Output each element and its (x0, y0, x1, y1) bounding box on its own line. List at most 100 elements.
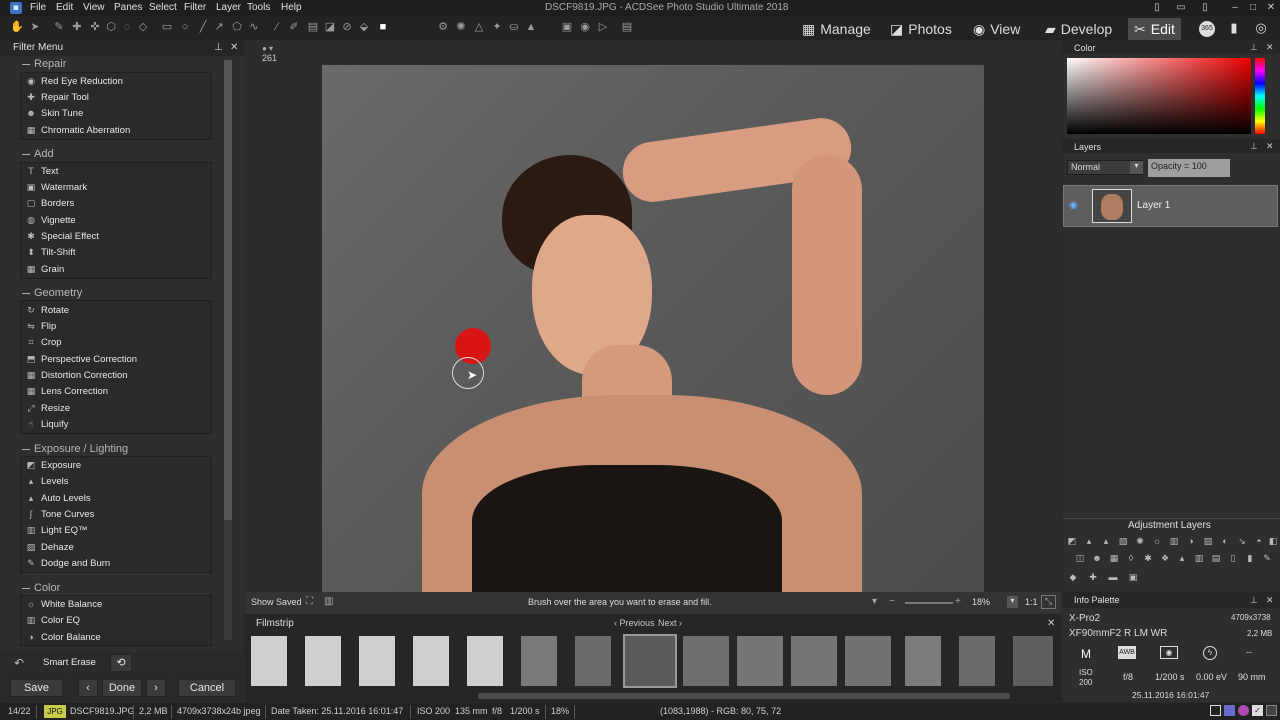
polygon-icon[interactable]: ⬠ (230, 20, 244, 34)
group-repair[interactable]: Repair (34, 58, 66, 70)
color-balance-icon[interactable]: ◑ (1185, 535, 1197, 547)
levels-icon[interactable]: ▴ (1083, 535, 1095, 547)
layout2-icon[interactable]: ▭ (1174, 2, 1188, 14)
item-resize[interactable]: ⤢ Resize (26, 401, 70, 415)
tab-view[interactable]: ◉ View (973, 18, 1020, 40)
item-white-balance[interactable]: ☼ White Balance (26, 597, 102, 611)
status-frame-icon[interactable] (1210, 705, 1221, 716)
item-color-balance[interactable]: ◑ Color Balance (26, 630, 100, 644)
back-arrow-icon[interactable]: ↶ (14, 656, 24, 670)
close-panel-icon[interactable]: ✕ (230, 42, 238, 53)
item-chromatic-aberration[interactable]: ▦ Chromatic Aberration (26, 123, 131, 137)
heal-tool-icon[interactable]: ✚ (70, 20, 84, 34)
filmstrip-next[interactable]: Next › (658, 618, 682, 628)
reset-button[interactable]: ⟲ (110, 654, 132, 672)
gradient-icon[interactable]: ▯ (1227, 552, 1239, 564)
frame-icon[interactable]: ▣ (560, 20, 574, 34)
item-repair-tool[interactable]: ✚ Repair Tool (26, 90, 89, 104)
item-liquify[interactable]: ☝ Liquify (26, 417, 68, 431)
eyedropper-icon[interactable]: ⁄ (270, 20, 284, 34)
line-icon[interactable]: ╱ (196, 20, 210, 34)
item-flip[interactable]: ⇋ Flip (26, 319, 56, 333)
item-tone-curves[interactable]: ∫ Tone Curves (26, 507, 95, 521)
filmstrip-thumb[interactable] (845, 636, 891, 686)
clone-layer-icon[interactable]: ◆ (1067, 571, 1079, 583)
fit-icon[interactable]: ⛶ (306, 596, 313, 607)
left-scrollbar-thumb[interactable] (224, 60, 232, 520)
maximize-icon[interactable]: □ (1246, 2, 1260, 14)
brush-tool-icon[interactable]: ✎ (52, 20, 66, 34)
filmstrip-thumb[interactable] (251, 636, 287, 686)
item-special-effect[interactable]: ✱ Special Effect (26, 229, 99, 243)
arrow-line-icon[interactable]: ↗ (212, 20, 226, 34)
skin-icon[interactable]: ☻ (1091, 552, 1103, 564)
pin-icon[interactable]: ⊥ (1250, 595, 1258, 606)
group-geometry[interactable]: Geometry (34, 287, 82, 299)
photo-filter-icon[interactable]: ▨ (1202, 535, 1214, 547)
menu-help[interactable]: Help (281, 2, 302, 13)
item-dehaze[interactable]: ▨ Dehaze (26, 540, 74, 554)
invert-icon[interactable]: ◓ (1253, 535, 1265, 547)
tab-develop[interactable]: ▰ Develop (1045, 18, 1112, 40)
curves-icon[interactable]: ▧ (1117, 535, 1129, 547)
pin-icon[interactable]: ⊥ (1250, 42, 1258, 53)
light-eq-icon[interactable]: ✺ (1134, 535, 1146, 547)
item-text[interactable]: T Text (26, 164, 58, 178)
item-vignette[interactable]: ◍ Vignette (26, 213, 76, 227)
auto-levels-icon[interactable]: ▴ (1100, 535, 1112, 547)
zoom-out-icon[interactable]: − (889, 596, 895, 607)
layer-tool-icon[interactable]: ▤ (620, 20, 634, 34)
dehaze-icon[interactable]: ❖ (1159, 552, 1171, 564)
item-watermark[interactable]: ▣ Watermark (26, 180, 87, 194)
collapse-exposure-icon[interactable] (22, 449, 30, 450)
pin-icon[interactable]: ⊥ (1250, 141, 1258, 152)
photo-canvas[interactable] (322, 65, 984, 592)
pin-icon[interactable]: ⊥ (214, 42, 223, 53)
filmstrip-thumb[interactable] (521, 636, 557, 686)
filmstrip-thumb-selected[interactable] (623, 634, 677, 688)
filmstrip-thumb[interactable] (737, 636, 783, 686)
group-add[interactable]: Add (34, 148, 54, 160)
zoom-select-icon[interactable]: ▾ (1007, 596, 1018, 608)
show-saved-button[interactable]: Show Saved (251, 597, 302, 607)
item-borders[interactable]: ▢ Borders (26, 196, 75, 210)
item-levels[interactable]: ▴ Levels (26, 474, 69, 488)
collapse-repair-icon[interactable] (22, 64, 30, 65)
tab-edit[interactable]: ✂ Edit (1128, 18, 1181, 40)
chevron-down-icon[interactable]: ▾ (1130, 161, 1143, 174)
filmstrip-thumb[interactable] (575, 636, 611, 686)
prev-image-button[interactable]: ‹ (78, 679, 98, 697)
sharpen-icon[interactable]: ▴ (1176, 552, 1188, 564)
clone-tool-icon[interactable]: ✜ (88, 20, 102, 34)
filmstrip-thumb[interactable] (1013, 636, 1053, 686)
opacity-field[interactable]: Opacity = 100 (1148, 159, 1230, 177)
tone-icon[interactable]: ↘ (1236, 535, 1248, 547)
layer-visibility-icon[interactable]: ◉ (1069, 200, 1078, 211)
item-auto-levels[interactable]: ▴ Auto Levels (26, 491, 91, 505)
zoom-value[interactable]: 18% (972, 597, 990, 607)
item-exposure[interactable]: ◩ Exposure (26, 458, 81, 472)
menu-file[interactable]: File (30, 2, 46, 13)
menu-panes[interactable]: Panes (114, 2, 142, 13)
filmstrip-thumb[interactable] (467, 636, 503, 686)
eraser-icon[interactable]: ◪ (323, 20, 337, 34)
save-button[interactable]: Save (10, 679, 63, 697)
white-balance-icon[interactable]: ☼ (1151, 535, 1163, 547)
item-color-eq[interactable]: ▥ Color EQ (26, 613, 80, 627)
bucket-icon[interactable]: ⛀ (507, 20, 521, 34)
status-color-icon[interactable] (1224, 705, 1235, 716)
pencil-icon[interactable]: ✎ (1261, 552, 1273, 564)
status-label-icon[interactable] (1238, 705, 1249, 716)
fill-icon[interactable]: ▮ (1244, 552, 1256, 564)
cancel-button[interactable]: Cancel (178, 679, 236, 697)
done-button[interactable]: Done (102, 679, 142, 697)
item-grain[interactable]: ▦ Grain (26, 262, 65, 276)
drop-icon[interactable]: ▲ (524, 20, 538, 34)
menu-filter[interactable]: Filter (184, 2, 206, 13)
vignette-icon[interactable]: ◫ (1074, 552, 1086, 564)
filmstrip-thumb[interactable] (305, 636, 341, 686)
item-skin-tune[interactable]: ☻ Skin Tune (26, 106, 83, 120)
tab-photos[interactable]: ◪ Photos (890, 18, 952, 40)
actual-size-button[interactable]: 1:1 (1025, 597, 1038, 607)
status-check-icon[interactable]: ✓ (1252, 705, 1263, 716)
